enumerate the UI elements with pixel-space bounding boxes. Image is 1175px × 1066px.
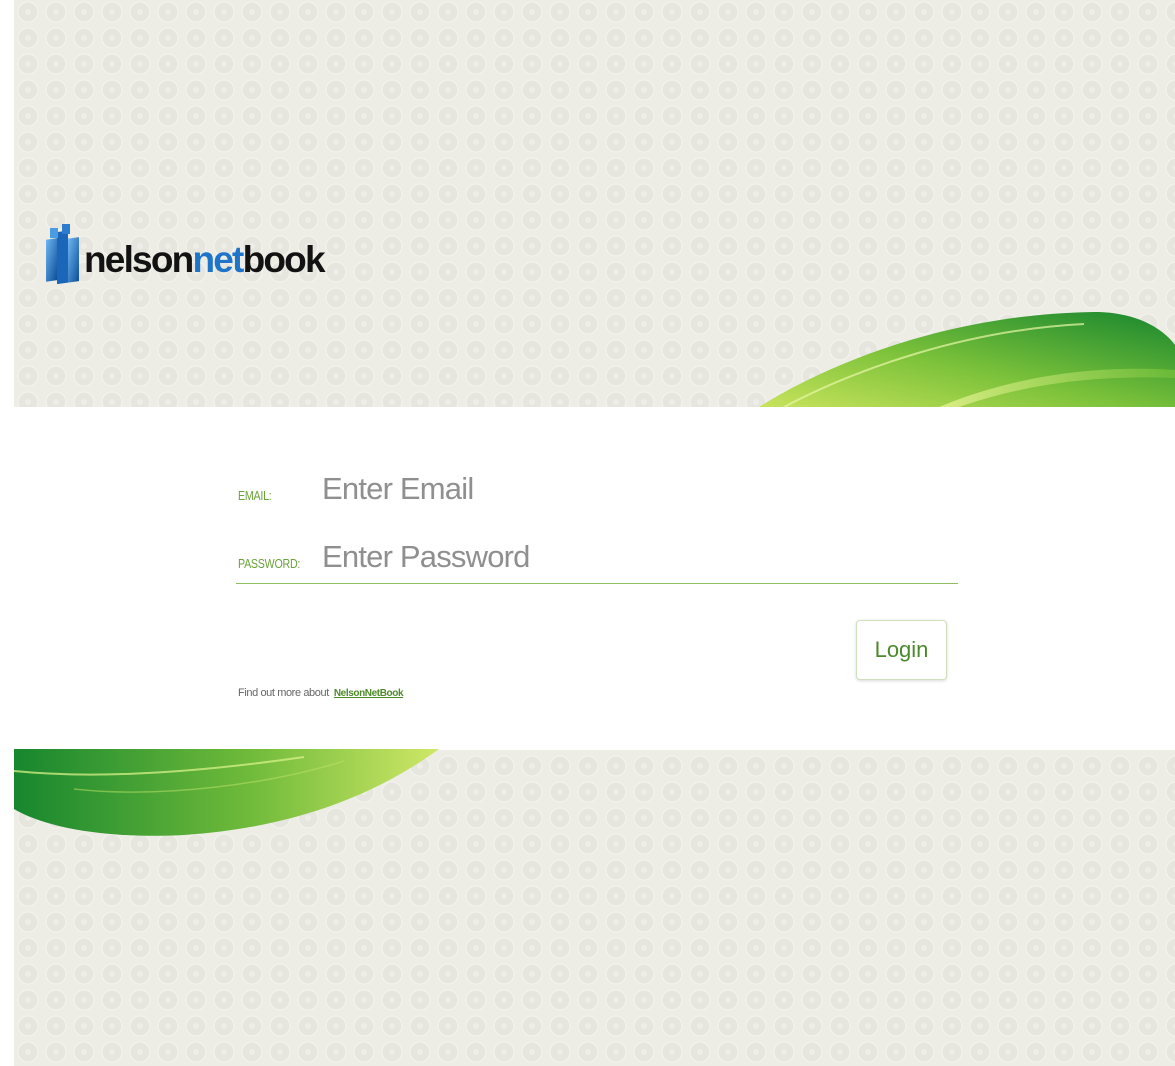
password-underline	[236, 583, 958, 584]
login-page: nelsonnetbook EMAIL: PASSWORD: Login Fin…	[14, 0, 1175, 1066]
find-out-more-label: Find out more about	[238, 687, 329, 699]
password-label: PASSWORD:	[238, 556, 301, 571]
logo-text-nelson: nelson	[84, 238, 194, 280]
find-out-more-text: Find out more about NelsonNetBook	[238, 687, 404, 699]
logo-text-net: net	[192, 238, 244, 280]
email-label: EMAIL:	[238, 488, 272, 503]
nelsonnetbook-link[interactable]: NelsonNetBook	[334, 688, 404, 699]
logo-wordmark: nelsonnetbook	[84, 238, 326, 280]
nelsonnetbook-logo: nelsonnetbook	[44, 222, 326, 294]
bottom-swoosh-decoration	[14, 749, 439, 836]
logo-text-book: book	[242, 238, 326, 280]
login-button[interactable]: Login	[856, 620, 947, 680]
login-panel	[14, 407, 1175, 750]
nelson-building-logo-icon	[46, 224, 79, 285]
top-swoosh-decoration	[759, 312, 1175, 408]
password-input[interactable]	[322, 537, 922, 577]
email-input[interactable]	[322, 469, 922, 509]
